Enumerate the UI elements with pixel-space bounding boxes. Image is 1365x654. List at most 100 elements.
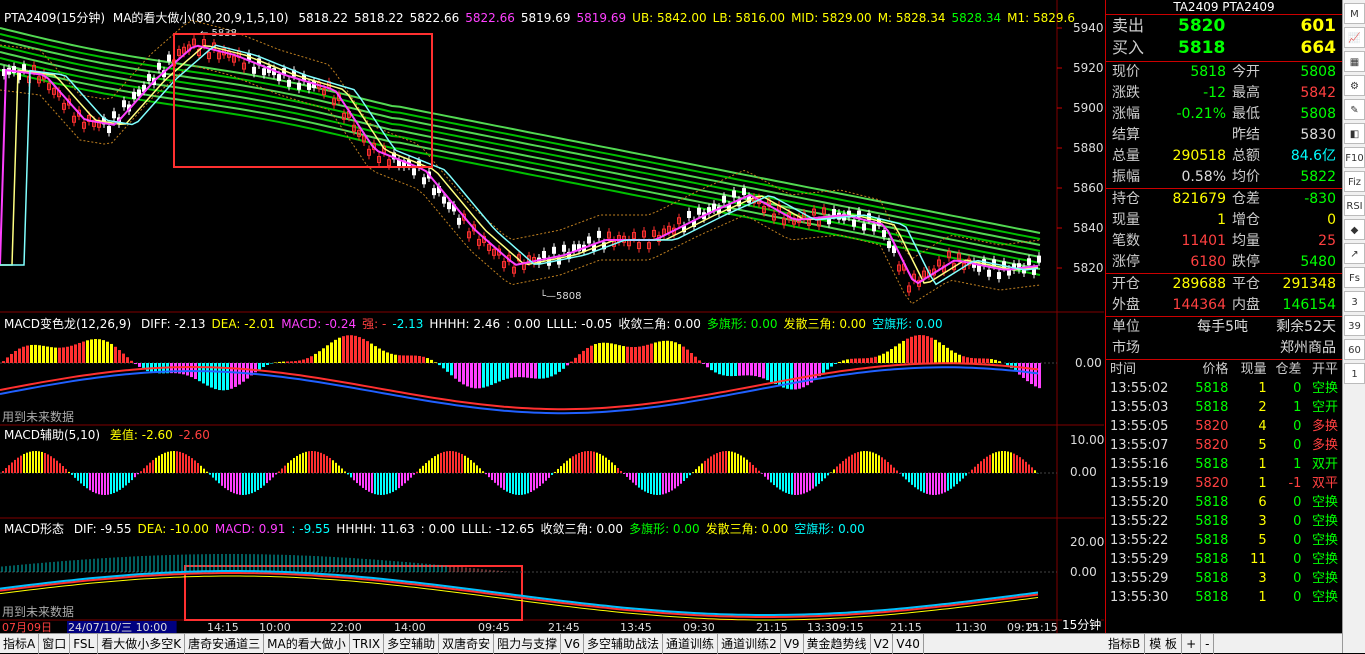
tick-table[interactable]: 13:55:02581810空换13:55:03581821空开13:55:05… (1106, 379, 1342, 607)
quote-label: 最低 (1226, 104, 1276, 125)
indicator-b-tab[interactable]: - (1201, 634, 1214, 654)
macd2-bar (884, 460, 886, 473)
macd2-bar (260, 473, 262, 488)
quote-row: 现量1增仓0 (1106, 210, 1342, 231)
macd2-bar (1034, 470, 1036, 473)
tick-row[interactable]: 13:55:07582050多换 (1106, 436, 1342, 455)
tick-row[interactable]: 13:55:20581860空换 (1106, 493, 1342, 512)
tick-row[interactable]: 13:55:05582040多换 (1106, 417, 1342, 436)
indicator-tab[interactable]: 多空辅助 (384, 634, 439, 654)
period-label[interactable]: 15分钟 (1062, 616, 1101, 633)
candle-body (543, 251, 546, 257)
macd2-bar (854, 453, 856, 473)
toolbar-icon[interactable]: ↗ (1344, 243, 1365, 264)
macd1-bar (78, 343, 81, 363)
indicator-tab[interactable]: 通道训练 (663, 634, 718, 654)
macd2-bar (395, 473, 397, 490)
macd2-bar (233, 473, 235, 493)
tick-row[interactable]: 13:55:02581810空换 (1106, 379, 1342, 398)
toolbar-icon[interactable]: F10 (1344, 147, 1365, 168)
indicator-tab[interactable]: 唐奇安通道三 (185, 634, 264, 654)
macd2-bar (275, 473, 277, 474)
macd2-bar (551, 473, 553, 475)
macd2-bar (665, 473, 667, 493)
macd1-bar (246, 363, 249, 379)
toolbar-icon[interactable]: Fiz (1344, 171, 1365, 192)
indicator-tab[interactable]: 黄金趋势线 (804, 634, 871, 654)
toolbar-icon[interactable]: ◧ (1344, 123, 1365, 144)
tick-vol: 4 (1228, 417, 1266, 436)
macd1-bar (502, 363, 505, 380)
toolbar-icon[interactable]: 39 (1344, 315, 1365, 336)
macd2-bar (614, 465, 616, 473)
macd2-bar (656, 473, 658, 495)
indicator-tab[interactable]: 阻力与支撑 (494, 634, 561, 654)
macd2-bar (557, 469, 559, 473)
toolbar-icon[interactable]: Fs (1344, 267, 1365, 288)
tick-row[interactable]: 13:55:16581811双开 (1106, 455, 1342, 474)
candle-body (873, 225, 876, 231)
indicator-tab[interactable]: MA的看大做小 (264, 634, 350, 654)
toolbar-icon[interactable]: ⚙ (1344, 75, 1365, 96)
toolbar-icon[interactable]: 1 (1344, 363, 1365, 384)
toolbar-icon[interactable]: 3 (1344, 291, 1365, 312)
toolbar-icon[interactable]: ◆ (1344, 219, 1365, 240)
macd1-bar (594, 344, 597, 363)
indicator-tab[interactable]: V6 (561, 634, 584, 654)
macd2-bar (266, 473, 268, 483)
tick-row[interactable]: 13:55:22581830空换 (1106, 512, 1342, 531)
macd2-bar (29, 452, 31, 473)
indicator-b-tab[interactable]: + (1182, 634, 1201, 654)
macd2-bar (998, 451, 1000, 473)
tick-row[interactable]: 13:55:29581830空换 (1106, 569, 1342, 588)
macd1-bar (358, 337, 361, 363)
indicator-tab[interactable]: 通道训练2 (718, 634, 781, 654)
indicator-tab[interactable]: TRIX (350, 634, 384, 654)
macd1-bar (582, 351, 585, 363)
toolbar-icon[interactable]: 📈 (1344, 27, 1365, 48)
indicator-tab[interactable]: 窗口 (39, 634, 70, 654)
macd1-bar (402, 355, 405, 363)
indicator-tab[interactable]: V2 (871, 634, 894, 654)
indicator-tab[interactable]: 双唐奇安 (439, 634, 494, 654)
macd2-bar (374, 473, 376, 494)
tick-row[interactable]: 13:55:1958201-1双平 (1106, 474, 1342, 493)
macd1-value-11: 空旗形: 0.00 (872, 317, 943, 331)
indicator-tab[interactable]: FSL (70, 634, 98, 654)
indicator-b-tab[interactable]: 模 板 (1145, 634, 1182, 654)
quote-row: 笔数11401均量25 (1106, 231, 1342, 252)
toolbar-icon[interactable]: ▦ (1344, 51, 1365, 72)
time-axis-label: 09:45 (478, 621, 510, 633)
macd1-bar (418, 356, 421, 363)
macd3-value-9: 发散三角: 0.00 (706, 522, 789, 536)
tick-row[interactable]: 13:55:22581850空换 (1106, 531, 1342, 550)
tick-row[interactable]: 13:55:03581821空开 (1106, 398, 1342, 417)
macd1-bar (1018, 363, 1021, 375)
macd2-value-1: -2.60 (179, 428, 210, 442)
macd1-bar (526, 363, 529, 378)
indicator-tab[interactable]: 多空辅助战法 (584, 634, 663, 654)
price-axis-label: 5840 (1073, 221, 1104, 235)
toolbar-icon[interactable]: RSI (1344, 195, 1365, 216)
indicator-tab[interactable]: 看大做小多空K (98, 634, 185, 654)
macd2-bar (812, 473, 814, 489)
indicator-tab[interactable]: V9 (781, 634, 804, 654)
chart-area[interactable]: 59405920590058805860584058200.0010.000.0… (0, 0, 1104, 633)
macd1-bar (890, 349, 893, 363)
macd2-bar (851, 455, 853, 473)
quote-label: 开仓 (1112, 274, 1166, 295)
macd1-bar (362, 339, 365, 363)
macd2-bar (347, 473, 349, 474)
tick-row[interactable]: 13:55:295818110空换 (1106, 550, 1342, 569)
toolbar-icon[interactable]: 60 (1344, 339, 1365, 360)
indicator-tab[interactable]: V40 (893, 634, 923, 654)
toolbar-icon[interactable]: M (1344, 3, 1365, 24)
indicator-tab[interactable]: 指标A (0, 634, 39, 654)
tick-row[interactable]: 13:55:30581810空换 (1106, 588, 1342, 607)
macd2-bar (689, 473, 691, 475)
macd1-bar (878, 355, 881, 363)
macd1-bar (938, 342, 941, 363)
macd1-bar (446, 363, 449, 372)
indicator-b-tab[interactable]: 指标B (1104, 634, 1145, 654)
toolbar-icon[interactable]: ✎ (1344, 99, 1365, 120)
